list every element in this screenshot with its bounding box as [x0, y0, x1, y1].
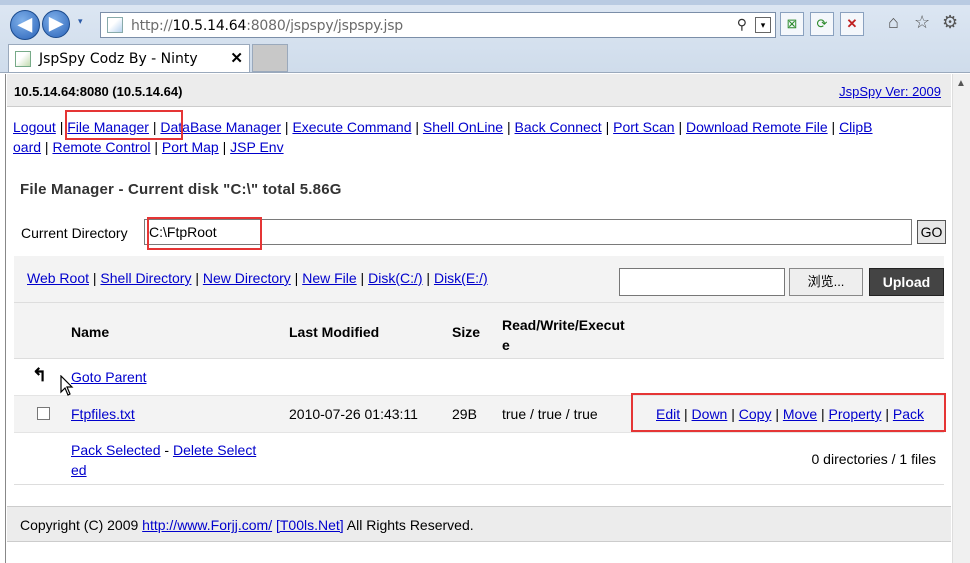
address-url[interactable]: http://10.5.14.64:8080/jspspy/jspspy.jsp — [131, 18, 403, 34]
browser-chrome: ◀ ▶ ▾ http://10.5.14.64:8080/jspspy/jsps… — [0, 0, 970, 73]
stop-icon[interactable]: ✕ — [840, 12, 864, 36]
directory-links: Web Root | Shell Directory | New Directo… — [27, 270, 488, 286]
parent-directory-icon: ↰ — [32, 365, 48, 385]
web-root-link[interactable]: Web Root — [27, 270, 89, 286]
address-dropdown-icon[interactable]: ▾ — [755, 17, 771, 33]
menu-execute-command[interactable]: Execute Command — [292, 119, 411, 135]
page-content: 10.5.14.64:8080 (10.5.14.64) JspSpy Ver:… — [5, 74, 952, 563]
shell-directory-link[interactable]: Shell Directory — [100, 270, 191, 286]
copyright-text: Copyright (C) 2009 http://www.Forjj.com/… — [20, 517, 474, 533]
menu-clipboard-cont[interactable]: oard — [13, 139, 41, 155]
file-permissions: true / true / true — [502, 406, 598, 422]
history-dropdown-icon[interactable]: ▾ — [78, 16, 83, 27]
disk-e-link[interactable]: Disk(E:/) — [434, 270, 488, 286]
scroll-up-icon[interactable]: ▲ — [956, 78, 966, 89]
page-icon — [107, 17, 123, 33]
menu-download-remote-file[interactable]: Download Remote File — [686, 119, 828, 135]
file-size: 29B — [452, 406, 477, 422]
title-strip — [0, 0, 970, 5]
footer: Copyright (C) 2009 http://www.Forjj.com/… — [7, 506, 951, 542]
back-button[interactable]: ◀ — [10, 10, 40, 40]
file-last-modified: 2010-07-26 01:43:11 — [289, 406, 418, 422]
table-header: Name Last Modified Size Read/Write/Execu… — [14, 303, 944, 359]
vertical-scrollbar[interactable]: ▲ — [952, 74, 970, 563]
browse-button[interactable]: 浏览... — [789, 268, 863, 296]
compatibility-view-icon[interactable]: ⊠ — [780, 12, 804, 36]
forjj-link[interactable]: http://www.Forjj.com/ — [142, 517, 272, 533]
browser-tab[interactable]: JspSpy Codz By - Ninty ✕ — [8, 44, 250, 72]
upload-file-input[interactable] — [619, 268, 785, 296]
forward-button[interactable]: ▶ — [42, 10, 70, 38]
refresh-icon[interactable]: ⟳ — [810, 12, 834, 36]
toolbar-row: Web Root | Shell Directory | New Directo… — [14, 256, 944, 303]
home-icon[interactable]: ⌂ — [888, 12, 899, 33]
version-link[interactable]: JspSpy Ver: 2009 — [839, 84, 941, 99]
new-directory-link[interactable]: New Directory — [203, 270, 291, 286]
pack-selected-link[interactable]: Pack Selected — [71, 442, 161, 458]
new-file-link[interactable]: New File — [302, 270, 356, 286]
address-bar[interactable]: http://10.5.14.64:8080/jspspy/jspspy.jsp… — [100, 12, 776, 38]
item-counts: 0 directories / 1 files — [811, 451, 937, 467]
highlight-file-actions — [631, 393, 946, 432]
mouse-cursor-icon — [60, 375, 74, 396]
gear-icon[interactable]: ⚙ — [942, 12, 958, 33]
host-bar: 10.5.14.64:8080 (10.5.14.64) JspSpy Ver:… — [7, 74, 951, 107]
menu-port-scan[interactable]: Port Scan — [613, 119, 674, 135]
forward-arrow-icon: ▶ — [49, 13, 63, 33]
new-tab-button[interactable] — [252, 44, 288, 72]
favicon-icon — [15, 51, 31, 67]
current-directory-label: Current Directory — [21, 225, 128, 241]
bulk-actions: Pack Selected - Delete Select ed — [71, 442, 257, 478]
menu-back-connect[interactable]: Back Connect — [515, 119, 602, 135]
menu-remote-control[interactable]: Remote Control — [52, 139, 150, 155]
t00ls-link[interactable]: [T00ls.Net] — [276, 517, 344, 533]
go-button[interactable]: GO — [917, 220, 946, 244]
highlight-file-manager — [65, 110, 183, 140]
parent-row: ↰ Goto Parent — [14, 359, 944, 396]
tab-title: JspSpy Codz By - Ninty — [39, 51, 198, 67]
column-name: Name — [71, 324, 110, 340]
file-name-link[interactable]: Ftpfiles.txt — [71, 406, 135, 422]
page-title: File Manager - Current disk "C:\" total … — [20, 181, 342, 198]
menu-clipboard[interactable]: ClipB — [839, 119, 872, 135]
file-select-checkbox[interactable] — [37, 407, 50, 420]
file-table: Web Root | Shell Directory | New Directo… — [14, 256, 944, 485]
back-arrow-icon: ◀ — [18, 14, 32, 34]
tab-close-icon[interactable]: ✕ — [230, 49, 243, 67]
highlight-current-directory — [147, 217, 262, 250]
column-permissions: Read/Write/Execut e — [502, 317, 625, 353]
menu-port-map[interactable]: Port Map — [162, 139, 219, 155]
upload-button[interactable]: Upload — [869, 268, 944, 296]
table-footer: Pack Selected - Delete Select ed 0 direct… — [14, 433, 944, 485]
menu-logout[interactable]: Logout — [13, 119, 56, 135]
menu-shell-online[interactable]: Shell OnLine — [423, 119, 503, 135]
column-size: Size — [452, 324, 481, 340]
menu-jsp-env[interactable]: JSP Env — [230, 139, 283, 155]
host-info: 10.5.14.64:8080 (10.5.14.64) — [14, 84, 183, 99]
search-icon[interactable]: ⚲ — [737, 16, 747, 33]
goto-parent-link[interactable]: Goto Parent — [71, 369, 147, 385]
disk-c-link[interactable]: Disk(C:/) — [368, 270, 422, 286]
favorites-star-icon[interactable]: ☆ — [914, 12, 930, 33]
column-last-modified: Last Modified — [289, 324, 380, 340]
